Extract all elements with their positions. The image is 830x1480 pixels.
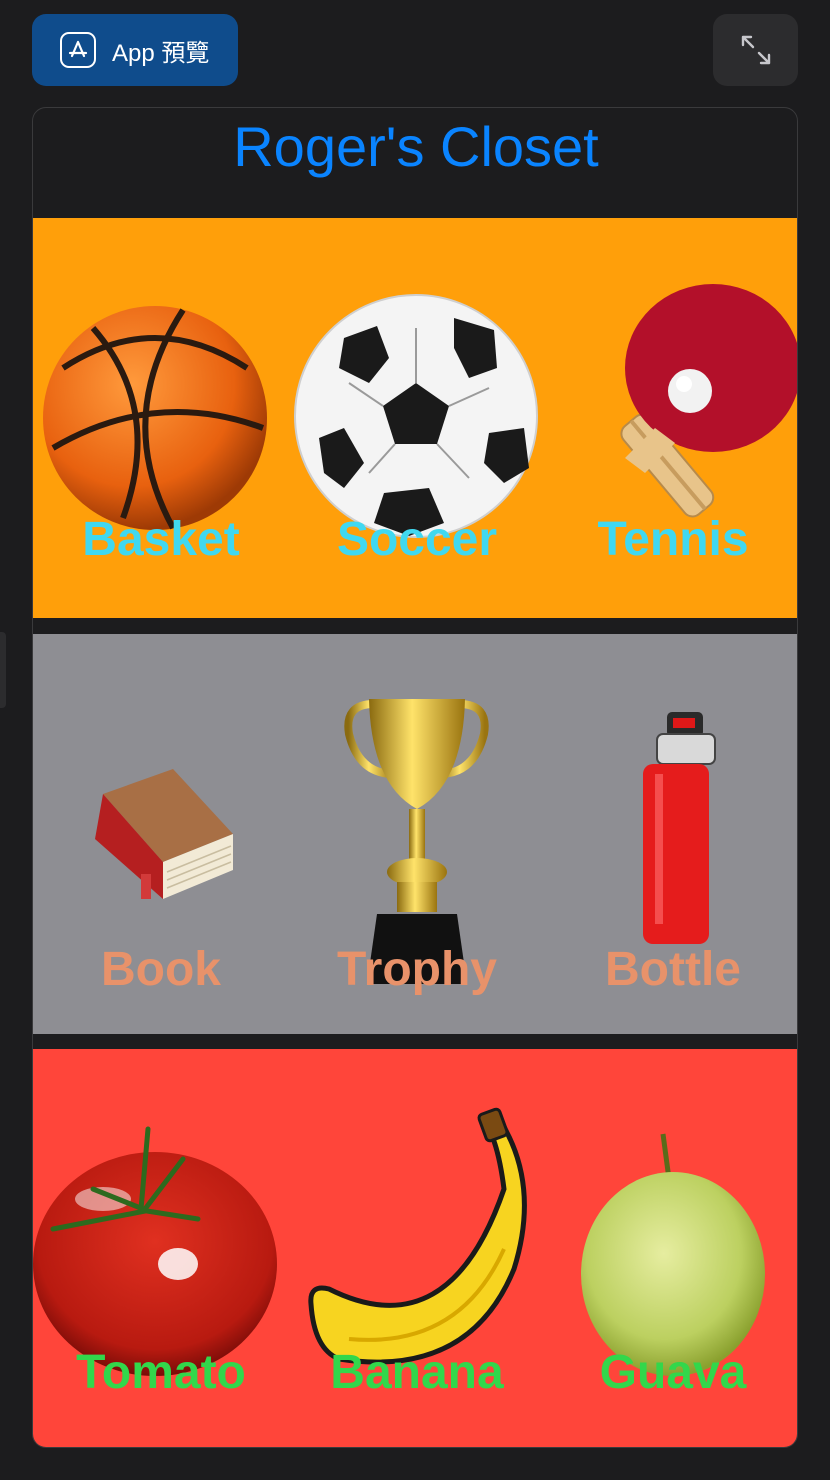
item-bottle[interactable]: Bottle — [545, 634, 797, 1034]
item-label: Book — [101, 943, 221, 996]
item-label: Tennis — [597, 513, 749, 566]
expand-button[interactable] — [713, 14, 798, 86]
section-food: Tomato Banana Guava — [33, 1049, 797, 1447]
item-label: Basket — [82, 513, 240, 566]
item-soccer[interactable]: Soccer — [289, 218, 545, 618]
item-basket[interactable]: Basket — [33, 218, 289, 618]
item-label: Trophy — [336, 943, 497, 996]
item-book[interactable]: Book — [33, 634, 289, 1034]
item-tennis[interactable]: Tennis — [545, 218, 797, 618]
item-trophy[interactable]: Trophy — [289, 634, 545, 1034]
item-banana[interactable]: Banana — [289, 1049, 545, 1447]
app-preview-label: App 預覽 — [112, 39, 210, 67]
item-tomato[interactable]: Tomato — [33, 1049, 289, 1447]
app-preview-card: Roger's Closet Basket Soccer Tennis Book… — [32, 107, 798, 1448]
item-label: Soccer — [336, 513, 498, 566]
item-label: Bottle — [605, 943, 741, 996]
app-preview-button[interactable]: App 預覽 — [32, 14, 238, 86]
side-handle[interactable] — [0, 632, 6, 708]
section-belongings: Book Trophy Bottle — [33, 634, 797, 1034]
item-label: Banana — [330, 1346, 504, 1399]
item-label: Guava — [599, 1346, 747, 1399]
item-label: Tomato — [76, 1346, 246, 1399]
page-title: Roger's Closet — [233, 115, 599, 178]
item-guava[interactable]: Guava — [545, 1049, 797, 1447]
top-toolbar: App 預覽 — [0, 0, 830, 100]
expand-icon — [741, 35, 770, 65]
section-sports: Basket Soccer Tennis — [33, 218, 797, 618]
app-store-icon — [60, 32, 96, 68]
